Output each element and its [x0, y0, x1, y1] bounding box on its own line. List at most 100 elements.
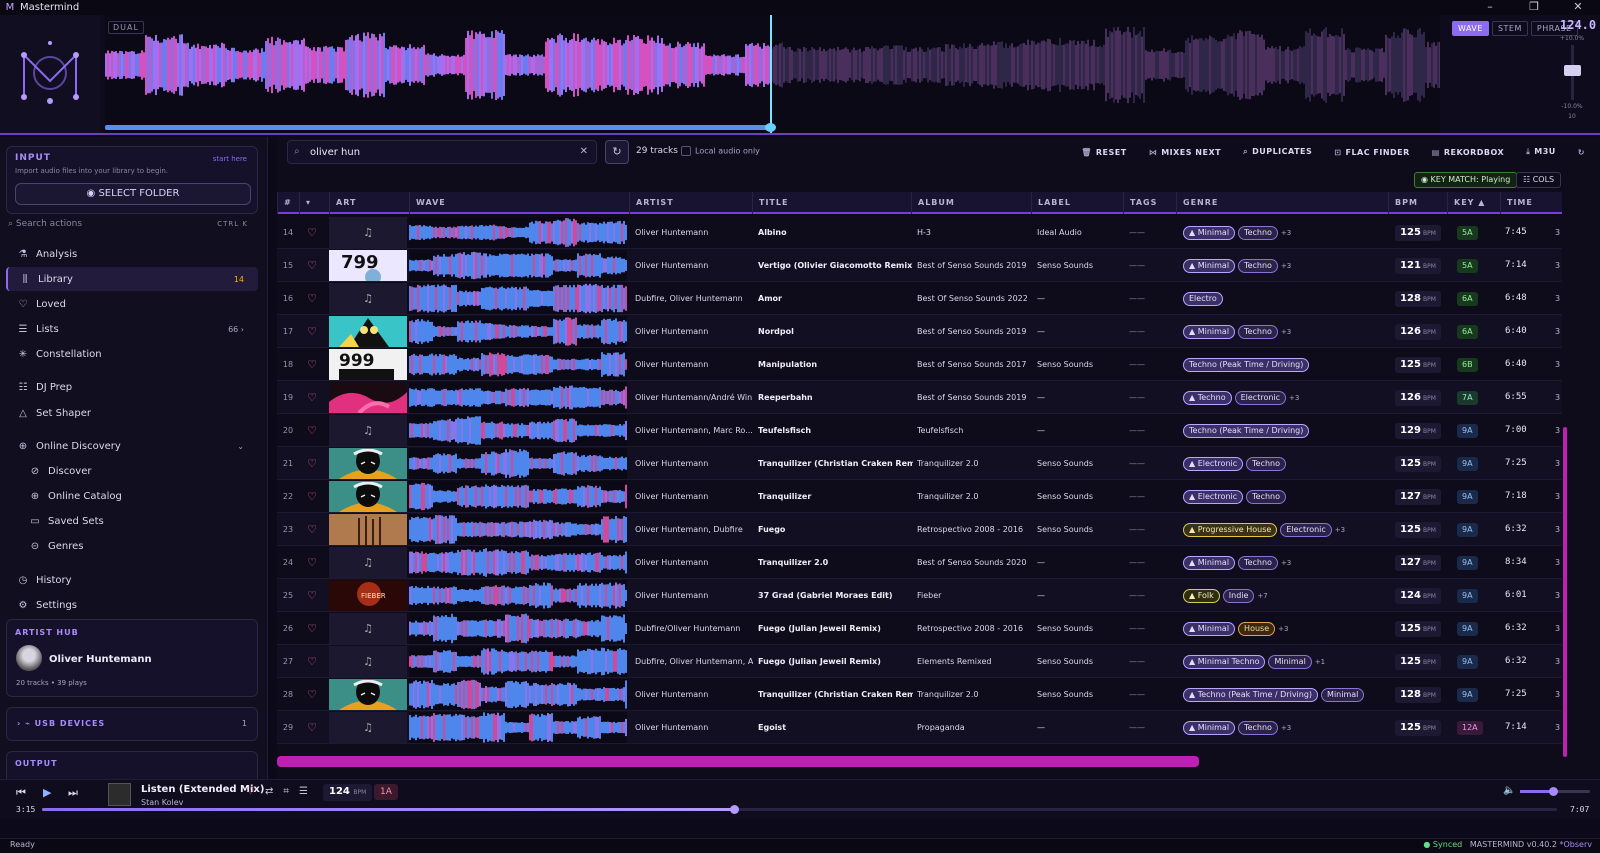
mode-wave-button[interactable]: WAVE [1452, 21, 1489, 36]
more-genres[interactable]: +3 [1281, 559, 1291, 567]
genre-pill[interactable]: ▲ Electronic [1183, 457, 1244, 471]
track-waveform[interactable] [409, 283, 627, 314]
library-search[interactable]: ⌕ oliver hun ✕ [287, 140, 597, 164]
love-heart-icon[interactable]: ♡ [304, 645, 320, 678]
column-header-4[interactable]: ARTIST [629, 192, 752, 214]
more-genres[interactable]: +3 [1281, 229, 1291, 237]
genre-pill[interactable]: ▲ Minimal [1183, 325, 1236, 339]
minimize-button[interactable]: – [1468, 0, 1512, 15]
m3u-button[interactable]: ⤓ M3U [1515, 147, 1567, 157]
search-actions[interactable]: ⌕ Search actions CTRL K [8, 219, 260, 233]
track-waveform[interactable] [409, 250, 627, 281]
love-heart-icon[interactable]: ♡ [304, 216, 320, 249]
more-genres[interactable]: +3 [1281, 724, 1291, 732]
track-tags[interactable]: —— [1129, 546, 1145, 579]
more-genres[interactable]: +3 [1335, 526, 1345, 534]
checkbox-icon[interactable] [681, 146, 691, 156]
track-waveform[interactable] [409, 382, 627, 413]
track-tags[interactable]: —— [1129, 216, 1145, 249]
love-heart-icon[interactable]: ♡ [304, 678, 320, 711]
close-button[interactable]: ✕ [1556, 0, 1600, 15]
genre-pill[interactable]: ▲ Minimal [1183, 721, 1236, 735]
sidebar-item-dj-prep[interactable]: ☷ DJ Prep [6, 375, 258, 399]
more-genres[interactable]: +7 [1257, 592, 1267, 600]
track-waveform[interactable] [409, 448, 627, 479]
column-header-7[interactable]: LABEL [1031, 192, 1123, 214]
table-row[interactable]: 26 ♡ ♫ Dubfire/Oliver Huntemann Fuego (Julia… [277, 612, 1562, 645]
genre-pill[interactable]: Techno [1246, 457, 1287, 471]
sidebar-item-discover[interactable]: ⊘ Discover [6, 459, 258, 483]
column-header-5[interactable]: TITLE [752, 192, 911, 214]
love-heart-icon[interactable]: ♡ [304, 579, 320, 612]
sidebar-item-constellation[interactable]: ✳ Constellation [6, 342, 258, 366]
playhead-handle[interactable] [765, 123, 776, 132]
maximize-button[interactable]: ❐ [1512, 0, 1556, 15]
love-heart-icon[interactable]: ♡ [304, 348, 320, 381]
track-tags[interactable]: —— [1129, 645, 1145, 678]
genre-pill[interactable]: ▲ Minimal [1183, 226, 1236, 240]
column-header-2[interactable]: ART [329, 192, 409, 214]
column-header-0[interactable]: # [277, 192, 299, 214]
genre-pill[interactable]: Electronic [1280, 523, 1332, 537]
table-row[interactable]: 23 ♡ Oliver Huntemann, Dubfire Fuego Retrosp… [277, 513, 1562, 546]
track-tags[interactable]: —— [1129, 447, 1145, 480]
seek-knob[interactable] [730, 805, 739, 814]
table-row[interactable]: 24 ♡ ♫ Oliver Huntemann Tranquilizer 2.0 Best… [277, 546, 1562, 579]
rekordbox-button[interactable]: ▤ REKORDBOX [1421, 148, 1515, 157]
table-row[interactable]: 15 ♡ 799 Oliver Huntemann Vertigo (Olivier G… [277, 249, 1562, 282]
track-tags[interactable]: —— [1129, 513, 1145, 546]
track-tags[interactable]: —— [1129, 579, 1145, 612]
genre-pill[interactable]: Techno [1238, 325, 1278, 339]
table-row[interactable]: 21 ♡ Oliver Huntemann Tranquilizer (Christi… [277, 447, 1562, 480]
volume-slider[interactable] [1520, 787, 1590, 796]
genre-pill[interactable]: ▲ Minimal [1183, 556, 1236, 570]
table-row[interactable]: 27 ♡ ♫ Dubfire, Oliver Huntemann, A... Fuego… [277, 645, 1562, 678]
more-genres[interactable]: +3 [1278, 625, 1288, 633]
genre-pill[interactable]: Techno [1238, 226, 1278, 240]
sidebar-item-set-shaper[interactable]: △ Set Shaper [6, 401, 258, 425]
genre-pill[interactable]: Indie [1222, 589, 1255, 603]
more-genres[interactable]: +3 [1281, 328, 1291, 336]
genre-pill[interactable]: ▲ Techno (Peak Time / Driving) [1183, 688, 1319, 702]
reset-button[interactable]: 🗑 RESET [1070, 148, 1137, 157]
table-row[interactable]: 25 ♡ FIEBER Oliver Huntemann 37 Grad (Gabrie… [277, 579, 1562, 612]
table-row[interactable]: 17 ♡ Oliver Huntemann Nordpol Best of Senso … [277, 315, 1562, 348]
track-tags[interactable]: —— [1129, 711, 1145, 744]
mixes-next-button[interactable]: ⋈ MIXES NEXT [1138, 148, 1232, 157]
table-row[interactable]: 20 ♡ ♫ Oliver Huntemann, Marc Ro... Teufelsf… [277, 414, 1562, 447]
genre-pill[interactable]: Electronic [1234, 391, 1287, 405]
sidebar-item-loved[interactable]: ♡ Loved [6, 292, 258, 316]
track-waveform[interactable] [409, 547, 627, 578]
tag-icon[interactable]: ⌗ [283, 786, 299, 797]
genre-pill[interactable]: House [1238, 622, 1276, 636]
track-waveform[interactable] [409, 316, 627, 347]
love-heart-icon[interactable]: ♡ [304, 315, 320, 348]
column-header-6[interactable]: ALBUM [911, 192, 1031, 214]
column-header-1[interactable]: ▾ [299, 192, 329, 214]
track-waveform[interactable] [409, 679, 627, 710]
table-row[interactable]: 22 ♡ Oliver Huntemann Tranquilizer Tranquili… [277, 480, 1562, 513]
track-tags[interactable]: —— [1129, 249, 1145, 282]
heart-icon[interactable]: ♡ [246, 786, 265, 797]
track-waveform[interactable] [409, 613, 627, 644]
genre-pill[interactable]: Techno [1238, 556, 1278, 570]
genre-pill[interactable]: ▲ Minimal Techno [1183, 655, 1266, 669]
love-heart-icon[interactable]: ♡ [304, 612, 320, 645]
love-heart-icon[interactable]: ♡ [304, 513, 320, 546]
dual-badge[interactable]: DUAL [108, 21, 144, 34]
sidebar-item-online-catalog[interactable]: ⊕ Online Catalog [6, 484, 258, 508]
sidebar-item-saved-sets[interactable]: ▭ Saved Sets [6, 509, 258, 533]
track-tags[interactable]: —— [1129, 678, 1145, 711]
share-icon[interactable]: ⇄ [265, 786, 283, 797]
track-tags[interactable]: —— [1129, 315, 1145, 348]
sidebar-item-analysis[interactable]: ⚗ Analysis [6, 242, 258, 266]
genre-pill[interactable]: ▲ Electronic [1183, 490, 1244, 504]
sidebar-item-genres[interactable]: ⊝ Genres [6, 534, 258, 558]
usb-devices[interactable]: › ⌁ USB DEVICES 1 [6, 707, 258, 741]
column-header-11[interactable]: KEY ▲ [1447, 192, 1500, 214]
volume-icon[interactable]: 🔈 [1503, 785, 1515, 796]
search-query[interactable]: oliver hun [310, 147, 360, 158]
column-header-8[interactable]: TAGS [1123, 192, 1176, 214]
table-row[interactable]: 29 ♡ ♫ Oliver Huntemann Egoist Propaganda — —— ▲… [277, 711, 1562, 744]
love-heart-icon[interactable]: ♡ [304, 414, 320, 447]
